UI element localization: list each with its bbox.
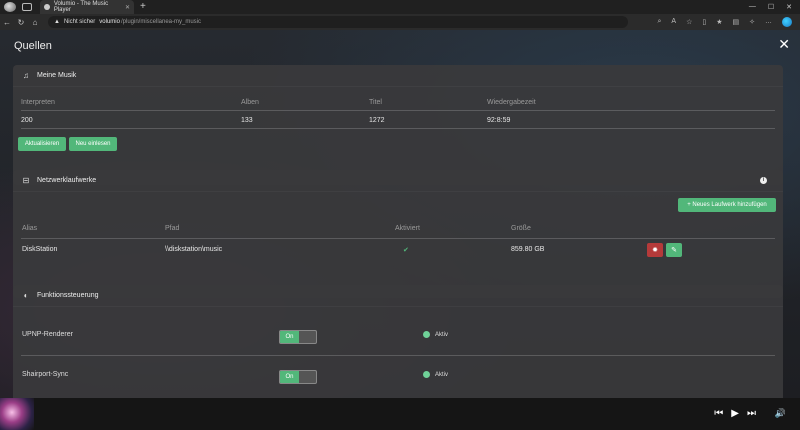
- info-icon[interactable]: i: [760, 177, 767, 184]
- reload-icon[interactable]: ↻: [14, 18, 28, 27]
- cell-alias: DiskStation: [22, 246, 58, 253]
- url-host: volumio: [99, 19, 120, 25]
- col-aktiviert: Aktiviert: [395, 225, 420, 232]
- close-icon[interactable]: ✕: [778, 37, 790, 51]
- upnp-toggle-on: On: [280, 331, 299, 343]
- tab-title: Volumio - The Music Player: [53, 1, 109, 13]
- shairport-status-text: Aktiv: [435, 371, 449, 378]
- edit-icon: ✎: [671, 247, 677, 254]
- cell-groesse: 859.80 GB: [511, 246, 545, 253]
- upnp-label: UPNP-Renderer: [22, 331, 73, 338]
- funktion-header: ◐ Funktionssteuerung: [13, 285, 783, 307]
- netzwerk-panel: ⊟ Netzwerklaufwerke i + Neues Laufwerk h…: [13, 170, 783, 298]
- value-titel: 1272: [369, 117, 385, 124]
- divider: [21, 128, 775, 129]
- upnp-status-text: Aktiv: [435, 331, 449, 338]
- netzwerk-title: Netzwerklaufwerke: [37, 177, 97, 184]
- play-icon[interactable]: ▶: [731, 408, 739, 419]
- meine-musik-title: Meine Musik: [37, 72, 77, 79]
- shairport-toggle[interactable]: On: [279, 370, 317, 384]
- value-alben: 133: [241, 117, 253, 124]
- check-icon: ✔: [403, 247, 409, 254]
- status-dot-icon: [423, 331, 430, 338]
- netzwerk-header: ⊟ Netzwerklaufwerke: [13, 170, 783, 192]
- col-interpreten: Interpreten: [21, 99, 55, 106]
- meine-musik-panel: ♫ Meine Musik Interpreten Alben Titel Wi…: [13, 65, 783, 185]
- funktion-title: Funktionssteuerung: [37, 292, 99, 299]
- col-groesse: Größe: [511, 225, 531, 232]
- browser-tab[interactable]: Volumio - The Music Player ✕: [40, 0, 134, 14]
- cell-pfad: \\diskstation\music: [165, 246, 223, 253]
- browser-tab-bar: Volumio - The Music Player ✕ + — ☐ ✕: [0, 0, 800, 14]
- favorites-icon[interactable]: ★: [716, 18, 722, 26]
- minimize-icon[interactable]: —: [749, 3, 756, 11]
- volume-icon[interactable]: 🔊: [775, 408, 786, 419]
- upnp-status: Aktiv: [423, 331, 448, 338]
- shairport-label: Shairport-Sync: [22, 371, 69, 378]
- new-tab-icon[interactable]: +: [140, 2, 146, 12]
- collections-icon[interactable]: ▤: [733, 18, 740, 26]
- toggle-icon: ◐: [23, 291, 29, 300]
- drive-icon: ⊟: [22, 176, 30, 185]
- divider: [21, 355, 775, 356]
- album-cover[interactable]: [0, 398, 34, 430]
- divider: [21, 238, 775, 239]
- col-alias: Alias: [22, 225, 38, 232]
- url-path: /plugin/miscellanea-my_music: [120, 19, 202, 25]
- favorite-icon[interactable]: ☆: [686, 18, 692, 26]
- volumio-app: Quellen ✕ ♫ Meine Musik Interpreten Albe…: [0, 30, 800, 430]
- meine-musik-header: ♫ Meine Musik: [13, 65, 783, 87]
- neu-einlesen-button[interactable]: Neu einlesen: [69, 137, 117, 151]
- url-field[interactable]: ▲ Nicht sicher volumio /plugin/miscellan…: [48, 16, 628, 28]
- upnp-toggle[interactable]: On: [279, 330, 317, 344]
- shairport-toggle-on: On: [280, 371, 299, 383]
- previous-icon[interactable]: ⏮: [714, 408, 723, 419]
- col-pfad: Pfad: [165, 225, 180, 232]
- delete-drive-button[interactable]: ✹: [647, 243, 663, 257]
- status-dot-icon: [423, 371, 430, 378]
- col-alben: Alben: [241, 99, 259, 106]
- col-wiedergabezeit: Wiedergabezeit: [487, 99, 536, 106]
- tab-close-icon[interactable]: ✕: [125, 4, 130, 11]
- warning-icon: ▲: [54, 19, 60, 25]
- copilot-icon[interactable]: [782, 17, 792, 27]
- player-bar: ⏮ ▶ ⏭ 🔊: [0, 398, 800, 430]
- window-close-icon[interactable]: ✕: [786, 3, 792, 11]
- menu-icon[interactable]: …: [765, 18, 772, 26]
- value-interpreten: 200: [21, 117, 33, 124]
- add-drive-button[interactable]: + Neues Laufwerk hinzufügen: [678, 198, 776, 212]
- maximize-icon[interactable]: ☐: [768, 3, 774, 11]
- read-aloud-icon[interactable]: A: [671, 18, 676, 26]
- split-screen-icon[interactable]: ▯: [702, 18, 706, 26]
- profile-avatar[interactable]: [4, 2, 16, 12]
- music-note-icon: ♫: [23, 71, 29, 80]
- trash-icon: ✹: [652, 247, 658, 254]
- extensions-icon[interactable]: ✧: [749, 18, 755, 26]
- home-icon[interactable]: ⌂: [28, 18, 42, 27]
- next-icon[interactable]: ⏭: [747, 408, 756, 419]
- shairport-status: Aktiv: [423, 371, 448, 378]
- value-wiedergabezeit: 92:8:59: [487, 117, 511, 124]
- security-label: Nicht sicher: [63, 19, 96, 25]
- page-title: Quellen: [14, 40, 52, 52]
- edit-drive-button[interactable]: ✎: [666, 243, 682, 257]
- aktualisieren-button[interactable]: Aktualisieren: [18, 137, 66, 151]
- tab-actions-icon[interactable]: [22, 3, 32, 11]
- zoom-icon[interactable]: ⌕: [657, 18, 661, 26]
- col-titel: Titel: [369, 99, 382, 106]
- back-icon[interactable]: ←: [0, 18, 14, 27]
- tab-favicon-icon: [44, 4, 50, 10]
- browser-address-bar: ← ↻ ⌂ ▲ Nicht sicher volumio /plugin/mis…: [0, 14, 800, 30]
- divider: [21, 110, 775, 111]
